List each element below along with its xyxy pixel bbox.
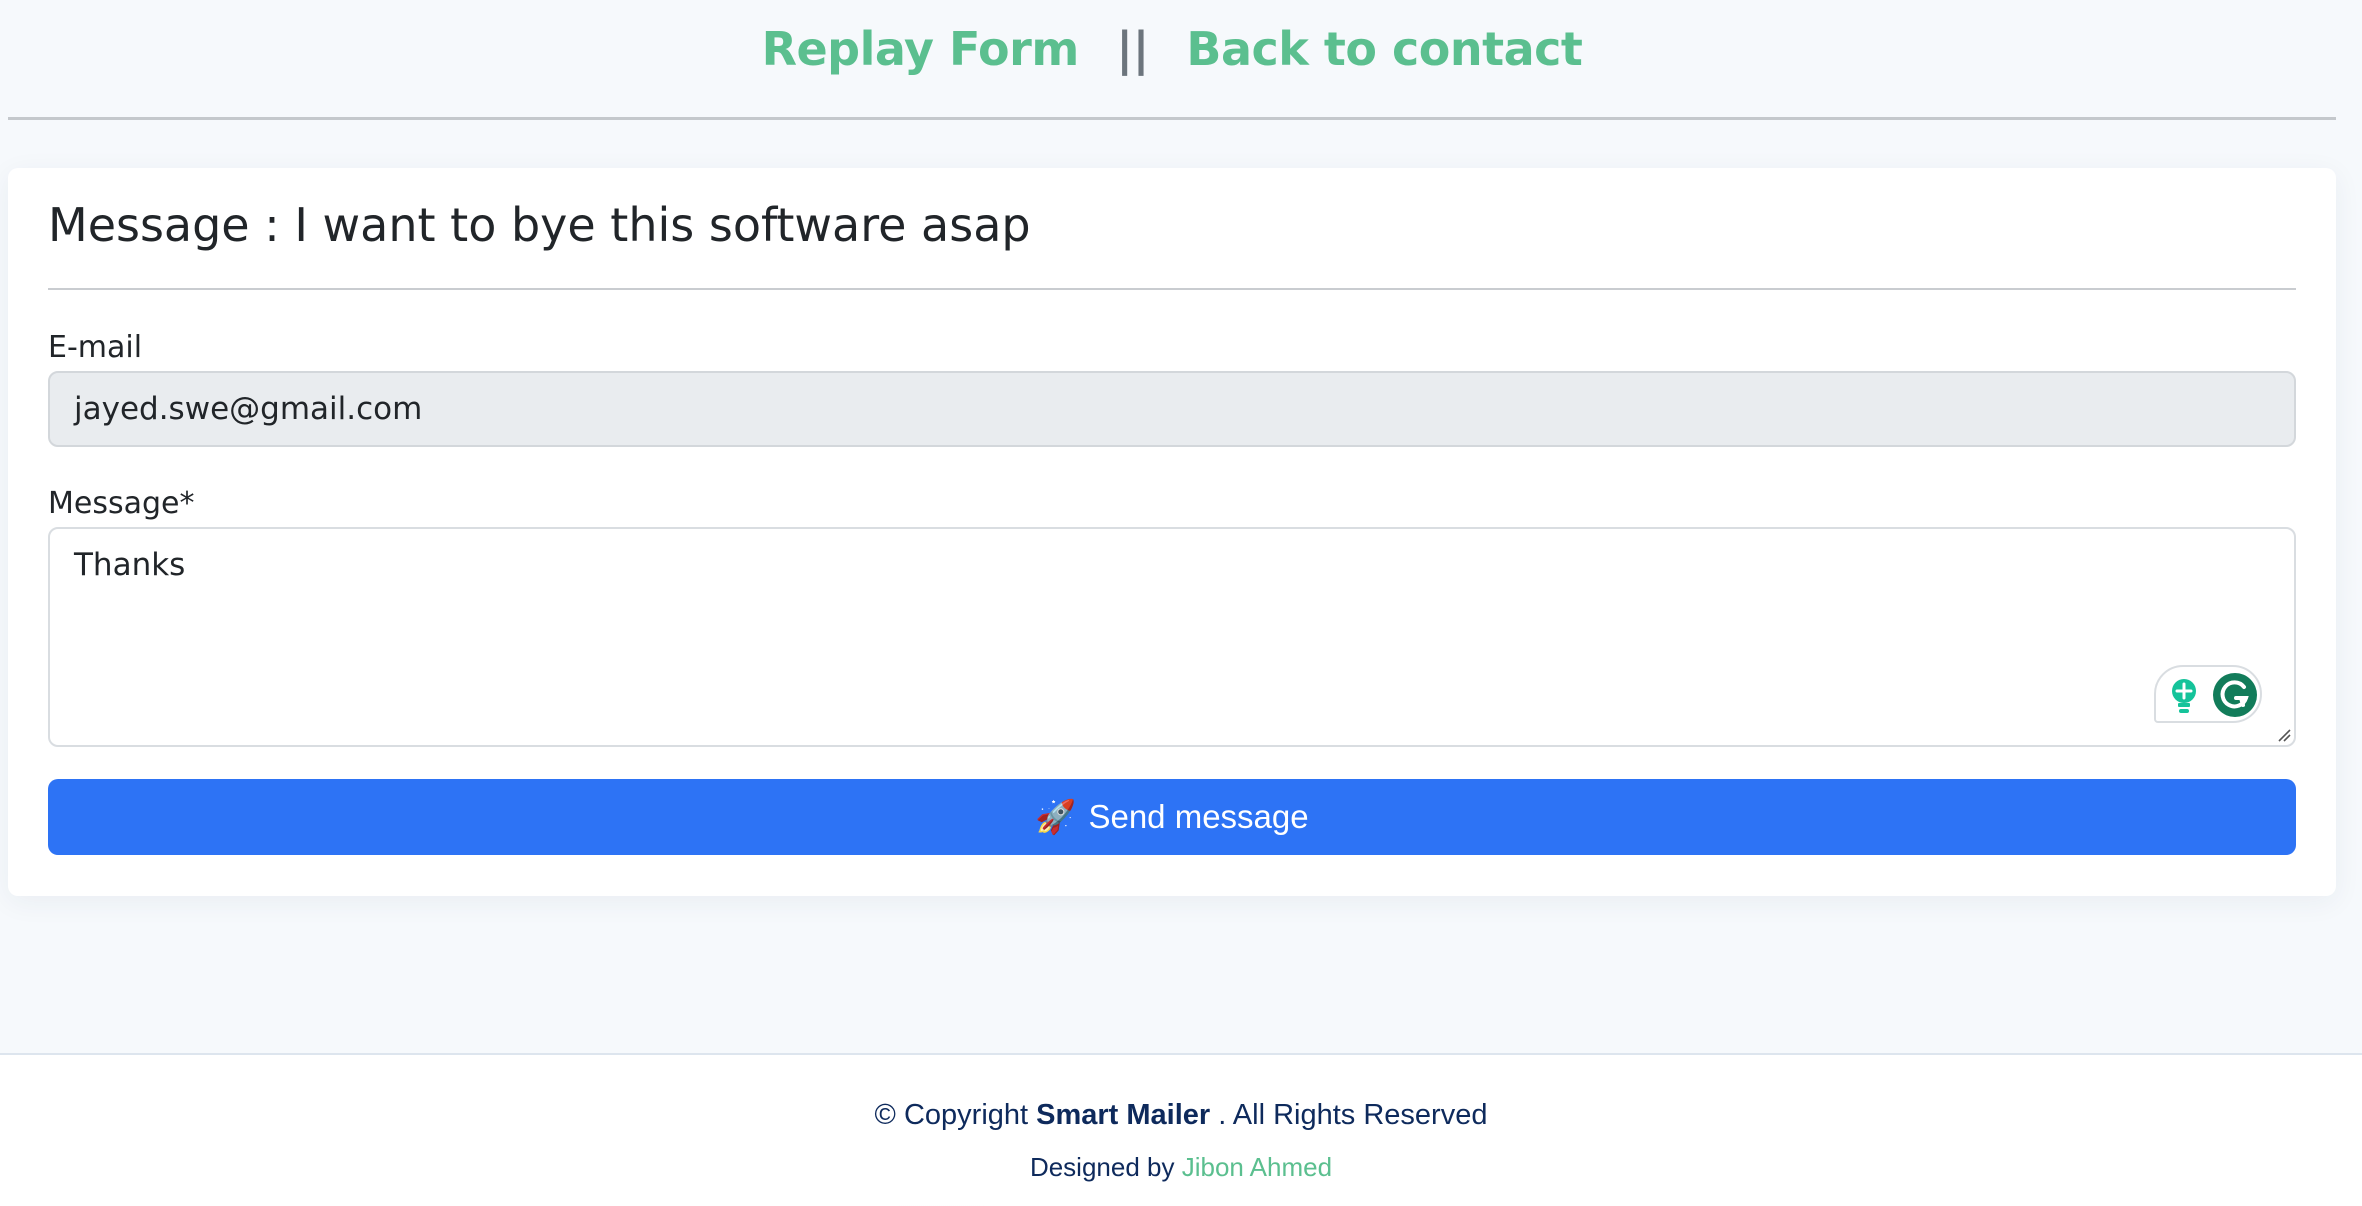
card-divider (48, 288, 2296, 290)
copyright-prefix: © Copyright (874, 1099, 1029, 1131)
send-message-button[interactable]: 🚀 Send message (48, 779, 2296, 855)
top-header: Replay Form || Back to contact (8, 0, 2336, 120)
message-title: Message : I want to bye this software as… (48, 198, 1031, 252)
header-divider (8, 117, 2336, 120)
email-label: E-mail (48, 330, 143, 365)
header-links: Replay Form || Back to contact (8, 22, 2336, 76)
reply-form-card: Message : I want to bye this software as… (8, 168, 2336, 896)
footer: © Copyright Smart Mailer . All Rights Re… (0, 1055, 2362, 1206)
resize-handle-icon[interactable] (2276, 727, 2292, 743)
brand-name: Smart Mailer (1036, 1099, 1211, 1131)
copyright-suffix: . All Rights Reserved (1218, 1099, 1488, 1131)
message-textarea[interactable]: Thanks (48, 527, 2296, 747)
back-to-contact-link[interactable]: Back to contact (1186, 22, 1583, 76)
page: Replay Form || Back to contact Message :… (0, 0, 2362, 1206)
replay-form-link[interactable]: Replay Form (762, 22, 1080, 76)
designed-by-prefix: Designed by (1029, 1152, 1175, 1182)
designer-link[interactable]: Jibon Ahmed (1182, 1152, 1332, 1182)
grammarly-icon[interactable] (2212, 672, 2258, 718)
message-label: Message* (48, 486, 195, 521)
grammarly-widget[interactable] (2154, 665, 2262, 723)
copyright-text: © Copyright Smart Mailer . All Rights Re… (0, 1099, 2362, 1132)
message-text: Thanks (74, 547, 186, 583)
send-button-label: Send message (1088, 798, 1309, 835)
rocket-icon: 🚀 (1035, 798, 1077, 835)
lightbulb-icon[interactable] (2166, 677, 2202, 715)
designed-by-text: Designed by Jibon Ahmed (0, 1152, 2362, 1183)
header-separator: || (1116, 22, 1149, 76)
email-field[interactable]: jayed.swe@gmail.com (48, 371, 2296, 447)
